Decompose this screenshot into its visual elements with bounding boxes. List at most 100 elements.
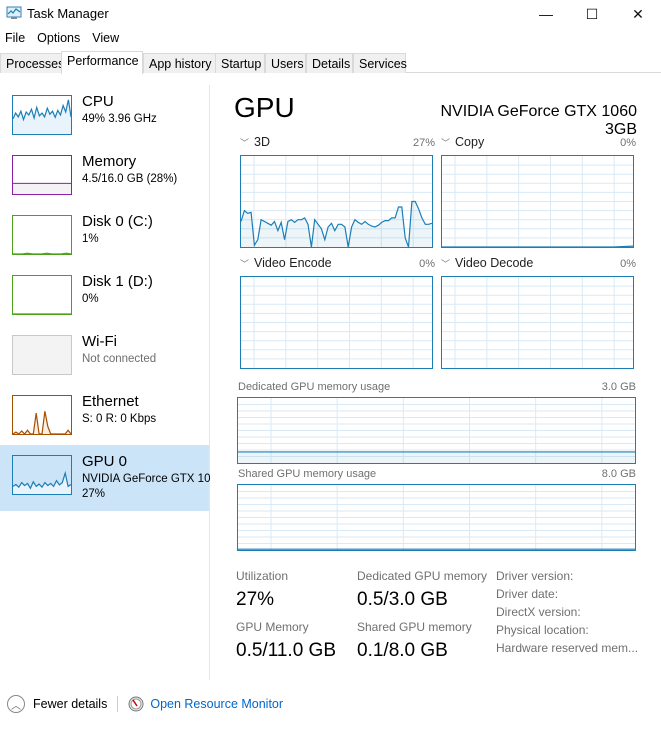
shared-memory-max: 8.0 GB <box>601 468 636 480</box>
hardware-reserved-memory-label: Hardware reserved mem... <box>496 641 639 655</box>
engine-header-video-decode[interactable]: ﹀ Video Decode 0% <box>441 256 636 270</box>
chevron-down-icon: ﹀ <box>240 138 250 148</box>
close-button[interactable]: ✕ <box>615 0 661 28</box>
engine-label: ﹀ Video Encode <box>240 256 332 270</box>
sidebar-item-label: CPU <box>82 93 114 110</box>
tab-startup[interactable]: Startup <box>215 53 265 73</box>
engine-header-video-encode[interactable]: ﹀ Video Encode 0% <box>240 256 435 270</box>
sidebar-item-label: Ethernet <box>82 393 139 410</box>
thumb-line <box>12 411 72 435</box>
engine-name: Video Decode <box>455 256 534 270</box>
memory-thumbnail-graph <box>12 155 72 195</box>
memory-usage-fill <box>13 183 71 194</box>
engine-name: 3D <box>254 135 270 149</box>
thumb-line <box>13 252 72 255</box>
graph-dedicated-memory <box>237 397 636 464</box>
page-title: GPU <box>234 92 295 123</box>
tab-users[interactable]: Users <box>265 53 306 73</box>
dedicated-memory-max: 3.0 GB <box>601 381 636 393</box>
driver-date-label: Driver date: <box>496 587 559 601</box>
gpu-memory-value: 0.5/11.0 GB <box>236 640 336 661</box>
chevron-down-icon: ﹀ <box>240 259 250 269</box>
sidebar-item-label: Memory <box>82 153 137 170</box>
tab-app-history[interactable]: App history <box>143 53 216 73</box>
disk-1-thumbnail-graph <box>12 275 72 315</box>
sidebar-item-disk-1[interactable]: Disk 1 (D:) 0% <box>0 265 209 325</box>
menu-view[interactable]: View <box>87 29 126 49</box>
minimize-icon: — <box>539 6 553 22</box>
sidebar-item-value: 4.5/16.0 GB (28%) <box>82 173 178 185</box>
ethernet-thumbnail-graph <box>12 395 72 435</box>
physical-location-label: Physical location: <box>496 623 589 637</box>
maximize-icon: ☐ <box>585 5 599 22</box>
sidebar-item-value: Not connected <box>82 353 157 365</box>
chevron-up-icon[interactable]: ︿ <box>7 695 25 713</box>
gpu-memory-label: GPU Memory <box>236 620 309 634</box>
dedicated-memory-label: Dedicated GPU memory usage <box>238 381 391 393</box>
sidebar-item-label: Wi-Fi <box>82 333 117 350</box>
menu-bar: File Options View <box>0 29 126 49</box>
graph-3d <box>240 155 433 248</box>
sidebar-item-label: Disk 1 (D:) <box>82 273 153 290</box>
engine-label: ﹀ Copy <box>441 135 484 149</box>
utilization-label: Utilization <box>236 569 289 583</box>
disk-0-thumbnail-graph <box>12 215 72 255</box>
chevron-down-icon: ﹀ <box>441 138 451 148</box>
menu-file[interactable]: File <box>0 29 32 49</box>
engine-value: 0% <box>419 258 435 270</box>
tab-services[interactable]: Services <box>353 53 407 73</box>
engine-value: 0% <box>620 258 636 270</box>
sidebar-item-gpu-0[interactable]: GPU 0 NVIDIA GeForce GTX 1060 3GB 27% <box>0 445 210 511</box>
graph-shared-memory <box>237 484 636 551</box>
sidebar-item-cpu[interactable]: CPU 49% 3.96 GHz <box>0 85 209 145</box>
sidebar-item-memory[interactable]: Memory 4.5/16.0 GB (28%) <box>0 145 209 205</box>
window-title: Task Manager <box>27 6 109 21</box>
cpu-thumbnail-graph <box>12 95 72 135</box>
title-bar: Task Manager — ☐ ✕ <box>0 0 661 28</box>
sidebar-item-disk-0[interactable]: Disk 0 (C:) 1% <box>0 205 209 265</box>
tab-details[interactable]: Details <box>306 53 353 73</box>
resource-monitor-icon <box>128 696 144 712</box>
utilization-value: 27% <box>236 589 275 610</box>
sidebar-item-label: Disk 0 (C:) <box>82 213 153 230</box>
menu-options[interactable]: Options <box>32 29 87 49</box>
sidebar-item-wifi[interactable]: Wi-Fi Not connected <box>0 325 209 385</box>
fewer-details-button[interactable]: Fewer details <box>33 697 107 711</box>
tab-processes[interactable]: Processes <box>0 53 64 73</box>
graph-video-decode <box>441 276 634 369</box>
minimize-button[interactable]: — <box>523 0 569 28</box>
memory-usage-fill <box>238 451 635 463</box>
engine-name: Copy <box>455 135 485 149</box>
engine-value: 0% <box>620 137 636 149</box>
sidebar-item-value: 0% <box>82 293 99 305</box>
gpu-thumbnail-graph <box>12 455 72 495</box>
directx-version-label: DirectX version: <box>496 605 581 619</box>
divider <box>117 696 119 712</box>
sidebar-item-value: S: 0 R: 0 Kbps <box>82 413 157 425</box>
sidebar-item-value: NVIDIA GeForce GTX 1060 3GB <box>82 473 210 485</box>
graph-video-encode <box>240 276 433 369</box>
shared-gpu-memory-value: 0.1/8.0 GB <box>357 640 448 661</box>
resource-sidebar: CPU 49% 3.96 GHz Memory 4.5/16.0 GB (28%… <box>0 85 210 680</box>
wifi-thumbnail-graph <box>12 335 72 375</box>
dedicated-gpu-memory-value: 0.5/3.0 GB <box>357 589 448 610</box>
engine-value: 27% <box>412 137 435 149</box>
task-manager-icon <box>6 6 22 19</box>
driver-version-label: Driver version: <box>496 569 574 583</box>
engine-header-copy[interactable]: ﹀ Copy 0% <box>441 135 636 149</box>
sidebar-item-value: 1% <box>82 233 99 245</box>
maximize-button[interactable]: ☐ <box>569 0 615 28</box>
engine-name: Video Encode <box>254 256 332 270</box>
tab-performance[interactable]: Performance <box>61 51 143 74</box>
sidebar-item-value: 49% 3.96 GHz <box>82 113 157 125</box>
shared-gpu-memory-label: Shared GPU memory <box>357 620 472 634</box>
chevron-down-icon: ﹀ <box>441 259 451 269</box>
sidebar-item-label: GPU 0 <box>82 453 128 470</box>
engine-header-3d[interactable]: ﹀ 3D 27% <box>240 135 435 149</box>
sidebar-item-ethernet[interactable]: Ethernet S: 0 R: 0 Kbps <box>0 385 209 445</box>
gpu-model-name: NVIDIA GeForce GTX 1060 3GB <box>440 103 637 138</box>
engine-usage-line <box>442 245 633 247</box>
engine-label: ﹀ 3D <box>240 135 270 149</box>
open-resource-monitor-link[interactable]: Open Resource Monitor <box>150 697 283 711</box>
graph-copy <box>441 155 634 248</box>
